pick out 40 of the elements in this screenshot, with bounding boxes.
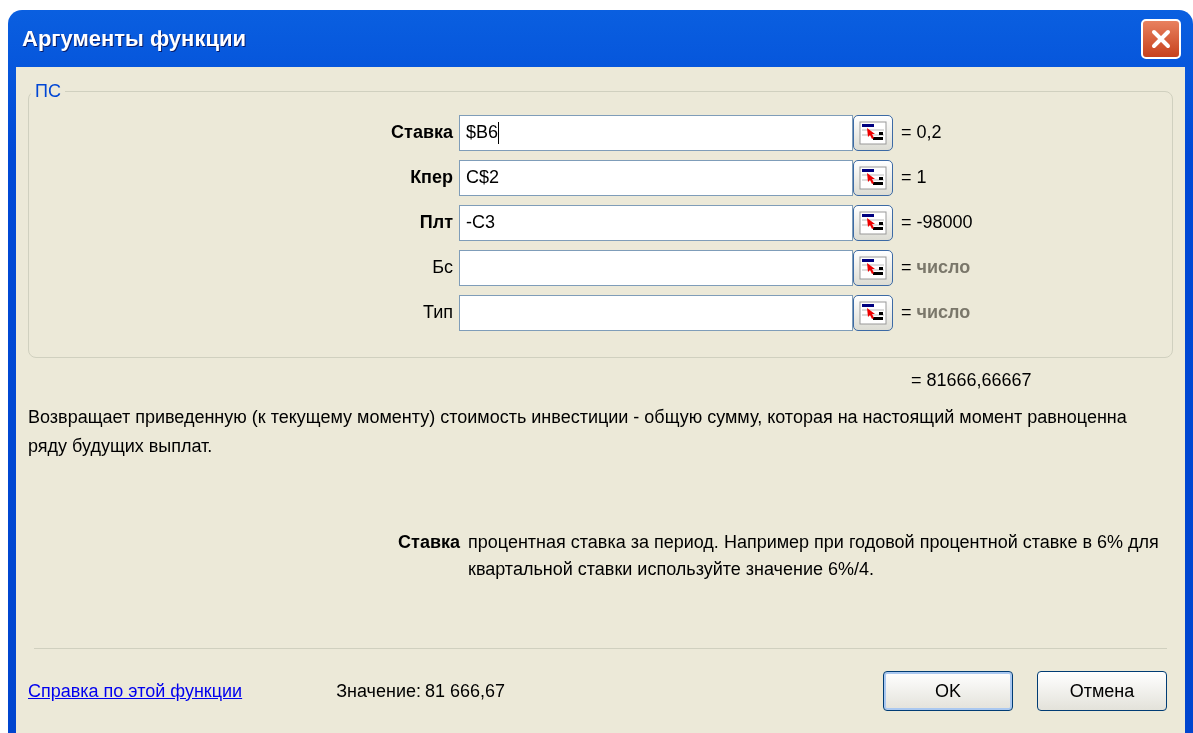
- cell-reference-icon: [859, 255, 887, 280]
- collapse-dialog-button[interactable]: [853, 249, 893, 286]
- cell-reference-icon: [859, 165, 887, 190]
- argument-type-hint: число: [916, 302, 971, 322]
- value-label: Значение:: [336, 680, 421, 702]
- equals-sign: =: [901, 257, 913, 277]
- close-icon: [1150, 27, 1172, 50]
- collapse-dialog-button[interactable]: [853, 204, 893, 241]
- argument-field[interactable]: -C3: [459, 204, 853, 241]
- cancel-button[interactable]: Отмена: [1037, 671, 1167, 711]
- function-name: ПС: [34, 81, 62, 102]
- cell-reference-icon: [859, 120, 887, 145]
- argument-label: Ставка: [390, 122, 454, 143]
- argument-result: = 1: [900, 167, 928, 188]
- argument-field[interactable]: $B6: [459, 114, 853, 151]
- value-text: 81 666,67: [424, 680, 506, 702]
- argument-label: Кпер: [409, 167, 454, 188]
- argument-help-text: процентная ставка за период. Например при годовой процентной ставке в 6% для квартальной ставки используйте значение 6%/4.: [468, 531, 1160, 581]
- argument-field[interactable]: C$2: [459, 159, 853, 196]
- ok-button[interactable]: OK: [883, 671, 1013, 711]
- argument-label: Тип: [422, 302, 454, 323]
- argument-field[interactable]: [459, 249, 853, 286]
- argument-type-hint: число: [916, 257, 971, 277]
- argument-result: = 0,2: [900, 122, 943, 143]
- formula-result: = 81666,66667: [911, 370, 1033, 391]
- argument-label: Бс: [431, 257, 454, 278]
- cell-reference-icon: [859, 210, 887, 235]
- window-title: Аргументы функции: [22, 25, 246, 52]
- function-description: Возвращает приведенную (к текущему моменту) стоимость инвестиции - общую сумму, которая на настоящий момент равноценна ряду будущих выплат.: [28, 406, 1128, 458]
- equals-sign: =: [901, 302, 913, 322]
- cell-reference-icon: [859, 300, 887, 325]
- argument-result: = -98000: [900, 212, 974, 233]
- collapse-dialog-button[interactable]: [853, 294, 893, 331]
- argument-field[interactable]: [459, 294, 853, 331]
- collapse-dialog-button[interactable]: [853, 159, 893, 196]
- argument-label: Плт: [418, 212, 454, 233]
- collapse-dialog-button[interactable]: [853, 114, 893, 151]
- help-link[interactable]: Справка по этой функции: [28, 680, 243, 702]
- close-button[interactable]: [1141, 18, 1181, 59]
- argument-help-label: Ставка: [398, 531, 461, 554]
